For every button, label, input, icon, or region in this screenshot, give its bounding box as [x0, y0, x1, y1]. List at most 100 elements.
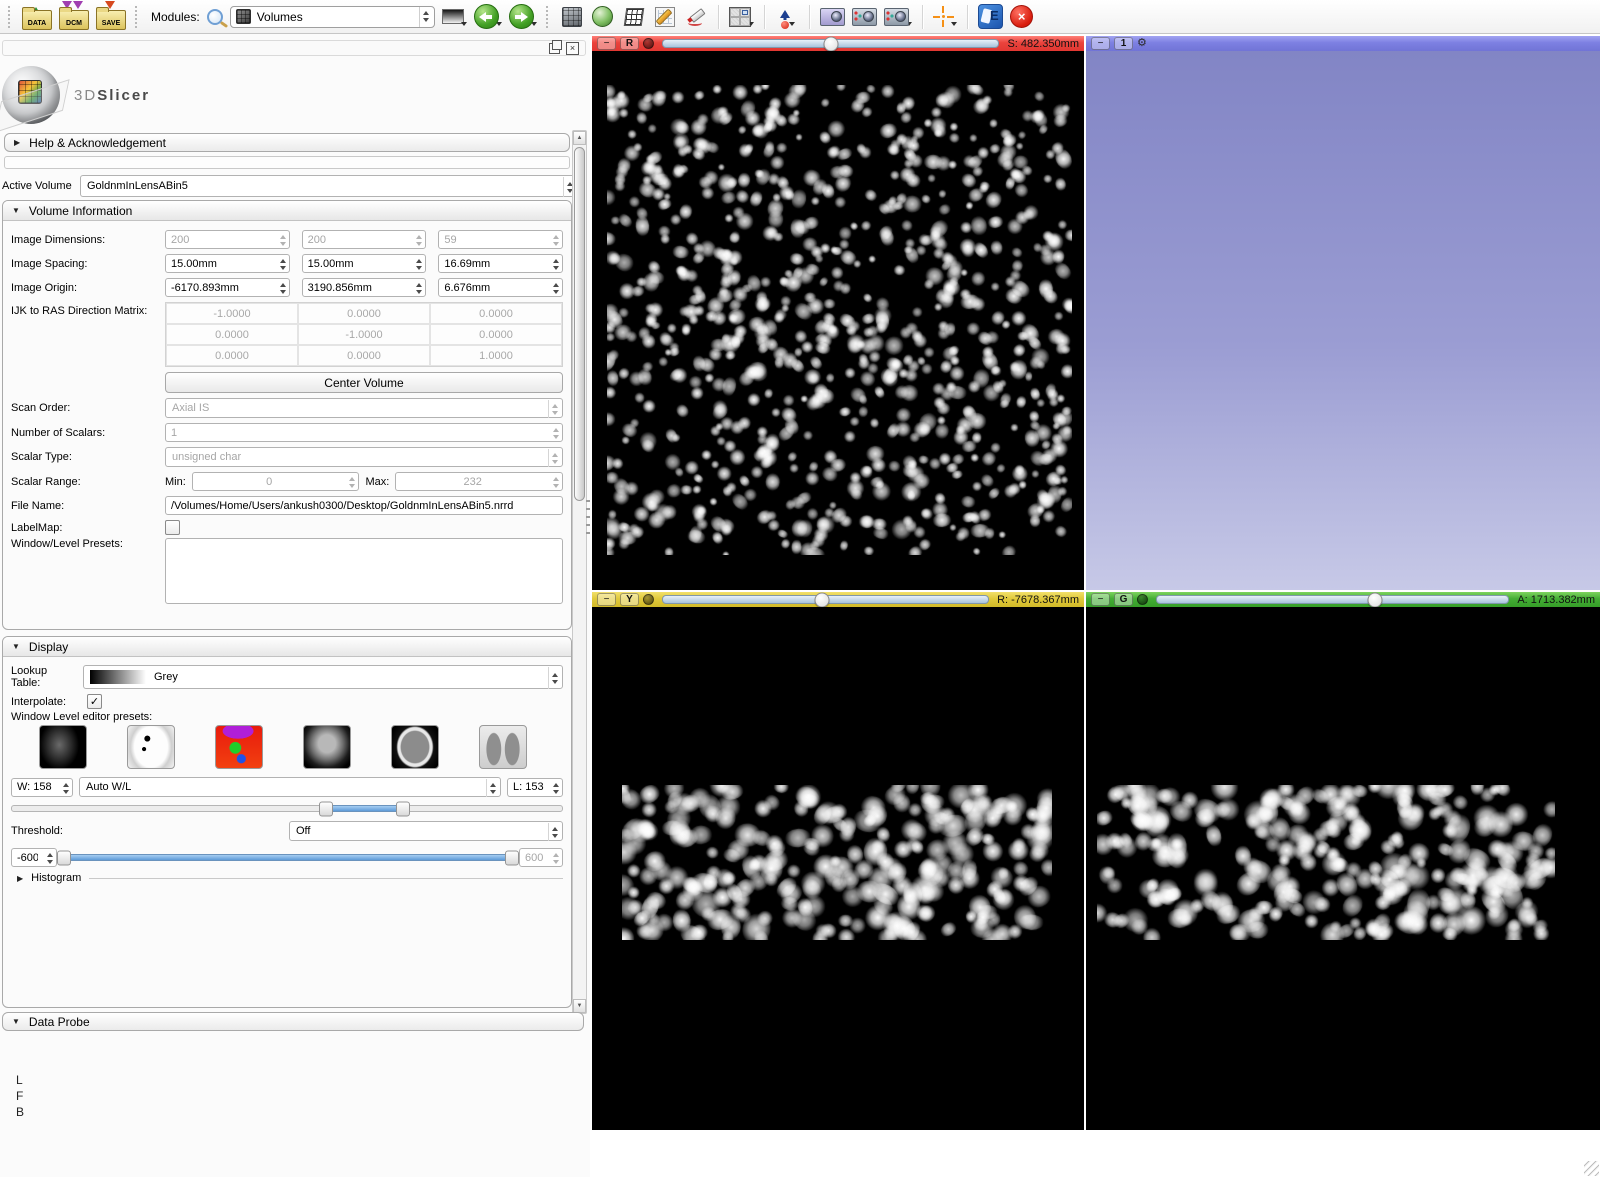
green-slice-slider[interactable]: [1156, 595, 1509, 604]
interpolate-checkbox[interactable]: ✓: [87, 694, 102, 709]
threshold-mode-combo[interactable]: Off: [289, 821, 563, 841]
spacing-z-field[interactable]: [438, 254, 563, 273]
histogram-header[interactable]: ▶ Histogram: [17, 872, 563, 884]
threshold-low-handle[interactable]: [57, 850, 71, 865]
combo-arrows[interactable]: [548, 667, 561, 689]
labelmap-checkbox[interactable]: [165, 520, 180, 535]
coronal-slice-image[interactable]: [1097, 785, 1555, 940]
collapse-yellow-button[interactable]: −: [597, 593, 616, 606]
markups-module-button[interactable]: [684, 3, 708, 31]
editor-module-button[interactable]: [653, 3, 677, 31]
load-data-button[interactable]: DATA: [22, 3, 52, 31]
active-volume-value: GoldnmInLensABin5: [87, 180, 188, 192]
display-title: Display: [29, 640, 68, 654]
red-slice-viewport[interactable]: [592, 51, 1084, 590]
screenshot-button[interactable]: [820, 3, 845, 31]
models-module-button[interactable]: [591, 3, 615, 31]
slider-handle[interactable]: [815, 592, 830, 607]
scrollbar-thumb[interactable]: [574, 147, 585, 501]
layout-selector-button[interactable]: [729, 3, 754, 31]
wl-presets-listbox[interactable]: [165, 538, 563, 604]
collapse-3d-button[interactable]: −: [1091, 37, 1110, 50]
threshold-min-spinbox[interactable]: [11, 848, 57, 867]
origin-y-field[interactable]: [302, 278, 427, 297]
collapse-green-button[interactable]: −: [1091, 593, 1110, 606]
scene-view-restore-button[interactable]: [884, 3, 912, 31]
scene-view-capture-button[interactable]: [852, 3, 877, 31]
slider-handle[interactable]: [823, 36, 838, 51]
center-volume-button[interactable]: Center Volume: [165, 372, 563, 393]
toolbar-grip[interactable]: [8, 6, 13, 28]
threed-viewport[interactable]: [1086, 51, 1600, 590]
labelmap-label: LabelMap:: [11, 522, 159, 534]
wl-mode-combo[interactable]: Auto W/L: [79, 777, 501, 797]
panel-splitter-handle[interactable]: [586, 500, 590, 540]
preset-thumbnail-ct-brain[interactable]: [391, 725, 439, 769]
pin-icon[interactable]: [643, 38, 654, 49]
green-slice-label: G: [1114, 593, 1133, 606]
preset-thumbnail-ct-lung[interactable]: [479, 725, 527, 769]
sagittal-slice-image[interactable]: [622, 785, 1052, 940]
preset-thumbnail-pet-rainbow[interactable]: [215, 725, 263, 769]
origin-z-field[interactable]: [438, 278, 563, 297]
origin-x-field[interactable]: [165, 278, 290, 297]
wl-high-handle[interactable]: [396, 801, 410, 816]
toolbar-grip[interactable]: [135, 6, 140, 28]
volumes-module-icon: [236, 9, 251, 24]
toolbar-grip[interactable]: [546, 6, 551, 28]
yellow-slice-slider[interactable]: [662, 595, 989, 604]
axial-slice-image[interactable]: [607, 85, 1072, 555]
scroll-up-button[interactable]: ▲: [573, 131, 586, 145]
history-back-button[interactable]: [474, 3, 502, 31]
crosshair-button[interactable]: [933, 3, 957, 31]
panel-scrollbar[interactable]: ▲ ▼: [572, 130, 587, 1014]
lookup-table-combo[interactable]: Grey: [83, 665, 563, 689]
scroll-down-button[interactable]: ▼: [573, 999, 586, 1013]
help-acknowledgement-header[interactable]: ▶ Help & Acknowledgement: [4, 133, 570, 152]
window-resize-grip[interactable]: [1584, 1161, 1599, 1176]
collapse-red-button[interactable]: −: [597, 37, 616, 50]
combo-arrows[interactable]: [419, 7, 432, 27]
pin-icon[interactable]: [643, 594, 654, 605]
preset-thumbnail-ct-abdomen[interactable]: [303, 725, 351, 769]
window-spinbox[interactable]: [11, 778, 73, 797]
preset-thumbnail-mri-head[interactable]: [39, 725, 87, 769]
threshold-row: Threshold: Off: [11, 821, 563, 841]
combo-arrows[interactable]: [486, 779, 499, 797]
load-dicom-button[interactable]: DCM: [59, 3, 89, 31]
volume-information-header[interactable]: ▼ Volume Information: [3, 201, 571, 221]
green-slice-viewport[interactable]: [1086, 607, 1600, 1130]
window-level-range-slider[interactable]: [11, 805, 563, 812]
pin-icon[interactable]: [1137, 594, 1148, 605]
module-history-button[interactable]: [442, 3, 467, 31]
spacing-x-field[interactable]: [165, 254, 290, 273]
level-spinbox[interactable]: [507, 778, 563, 797]
combo-arrows[interactable]: [548, 823, 561, 841]
preset-thumbnail-ct-bone-inverted[interactable]: [127, 725, 175, 769]
threshold-max-spinbox[interactable]: [519, 848, 563, 867]
spacing-y-field[interactable]: [302, 254, 427, 273]
save-button[interactable]: SAVE: [96, 3, 126, 31]
display-header[interactable]: ▼ Display: [3, 637, 571, 657]
volumes-module-button[interactable]: [560, 3, 584, 31]
close-panel-icon[interactable]: ×: [566, 42, 579, 55]
file-name-field[interactable]: [165, 496, 563, 515]
wl-low-handle[interactable]: [319, 801, 333, 816]
active-volume-combo[interactable]: GoldnmInLensABin5: [80, 175, 578, 197]
module-selector-combo[interactable]: Volumes: [230, 6, 435, 28]
extensions-manager-button[interactable]: E: [978, 3, 1003, 31]
mouse-place-mode-button[interactable]: [775, 3, 799, 31]
module-search-icon[interactable]: [207, 9, 223, 25]
history-forward-button[interactable]: [509, 3, 537, 31]
gear-icon[interactable]: ⚙: [1137, 38, 1147, 49]
red-slice-slider[interactable]: [662, 39, 999, 48]
transforms-module-button[interactable]: [622, 3, 646, 31]
data-probe-header[interactable]: ▼ Data Probe: [2, 1012, 584, 1031]
close-app-button[interactable]: ×: [1010, 3, 1034, 31]
grid-pencil-icon: [655, 7, 675, 27]
threshold-high-handle[interactable]: [505, 850, 519, 865]
yellow-slice-viewport[interactable]: [592, 607, 1084, 1130]
threshold-range-slider[interactable]: [63, 854, 513, 861]
undock-panel-icon[interactable]: [549, 43, 560, 54]
slider-handle[interactable]: [1367, 592, 1382, 607]
